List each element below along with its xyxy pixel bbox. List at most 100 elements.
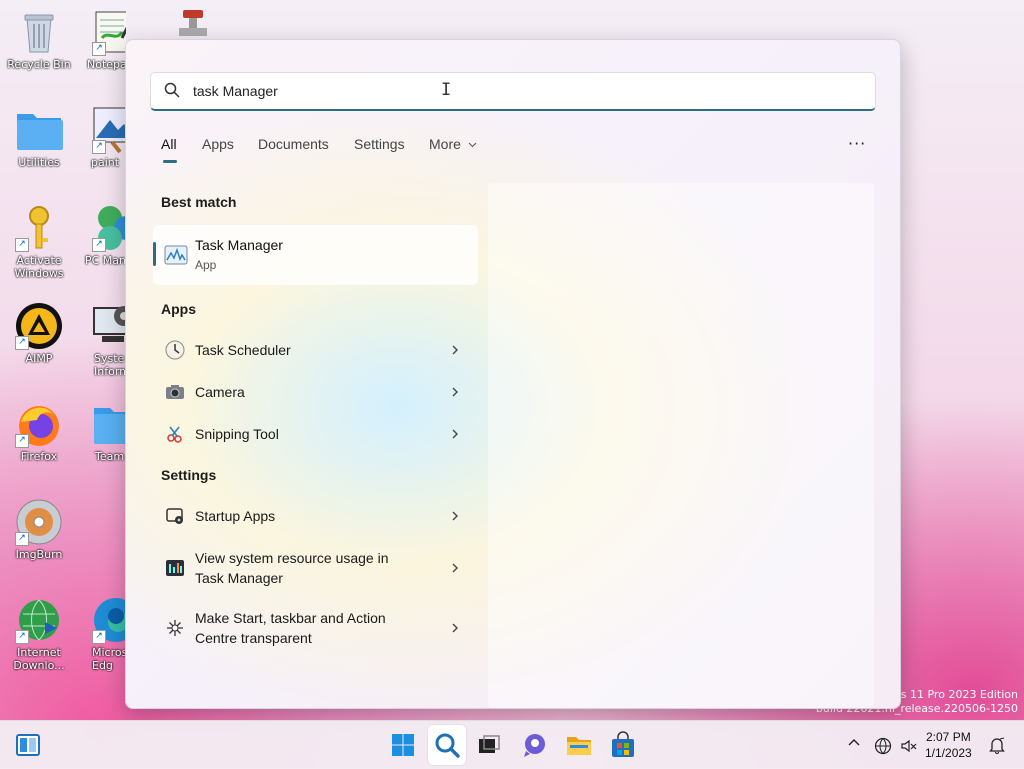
- list-item-view-resource-usage[interactable]: View system resource usage in Task Manag…: [153, 546, 478, 590]
- desktop-icon-label: Recycle Bin: [7, 58, 71, 71]
- best-match-name: Task Manager: [195, 237, 283, 253]
- section-heading-settings: Settings: [161, 467, 217, 483]
- task-manager-icon: [164, 245, 188, 265]
- shortcut-arrow-icon: ↗: [15, 532, 29, 546]
- desktop-icon-label: ImgBurn: [15, 548, 63, 561]
- pc-manager-icon: ↗: [92, 204, 126, 252]
- desktop-icon-team[interactable]: Team: [80, 400, 126, 463]
- desktop-icon-activate-windows[interactable]: ↗ Activate Windows: [2, 204, 76, 280]
- microsoft-store-icon[interactable]: [609, 731, 637, 759]
- shortcut-arrow-icon: ↗: [15, 630, 29, 644]
- desktop-icon-label: Micros Edg: [92, 646, 126, 672]
- valve-icon: [169, 8, 217, 36]
- list-item-startup-apps[interactable]: Startup Apps: [153, 502, 478, 530]
- desktop-icon-notepad[interactable]: ↗ Notepad: [80, 8, 126, 71]
- desktop-icon-pc-manager[interactable]: ↗ PC Man: [80, 204, 126, 267]
- section-heading-best-match: Best match: [161, 194, 237, 210]
- list-item-label: Startup Apps: [195, 508, 276, 524]
- tab-apps[interactable]: Apps: [202, 136, 234, 152]
- desktop-icon-label: paint: [91, 156, 120, 169]
- desktop-icon-app[interactable]: [158, 8, 228, 38]
- chat-icon[interactable]: [520, 731, 548, 759]
- shortcut-arrow-icon: ↗: [92, 140, 106, 154]
- resource-monitor-icon: [165, 558, 185, 578]
- snipping-tool-icon: [165, 424, 185, 444]
- camera-icon: [165, 382, 185, 402]
- recycle-bin-icon: [15, 8, 63, 56]
- chevron-right-icon: [452, 345, 458, 355]
- desktop-icon-label: Internet Downlo...: [13, 646, 65, 672]
- desktop-icon-firefox[interactable]: ↗ Firefox: [2, 400, 76, 463]
- desktop-icon-aimp[interactable]: ↗ AIMP: [2, 302, 76, 365]
- chevron-right-icon: [452, 511, 458, 521]
- desktop-icon-paint[interactable]: ↗ paint: [80, 106, 126, 169]
- chevron-right-icon: [452, 563, 458, 573]
- more-options-icon[interactable]: ···: [848, 134, 866, 153]
- desktop-icon-label: AIMP: [25, 352, 53, 365]
- list-item-label-line: Task Manager: [195, 570, 283, 586]
- tab-all[interactable]: All: [161, 136, 177, 152]
- task-view-icon[interactable]: [475, 731, 503, 759]
- list-item-label-line: Centre transparent: [195, 630, 312, 646]
- notepad-icon: ↗: [92, 8, 126, 56]
- desktop-icon-label: Syste Inform: [94, 352, 126, 378]
- notification-bell-icon[interactable]: [988, 736, 1006, 758]
- sparkle-icon: [165, 618, 185, 638]
- list-item-task-scheduler[interactable]: Task Scheduler: [153, 336, 478, 364]
- start-button-windows-icon[interactable]: [389, 731, 417, 759]
- shortcut-arrow-icon: ↗: [15, 434, 29, 448]
- startup-apps-icon: [165, 506, 185, 526]
- folder-icon: [92, 400, 126, 448]
- taskbar-search-icon[interactable]: [433, 731, 461, 759]
- globe-network-icon[interactable]: [874, 737, 892, 759]
- shortcut-arrow-icon: ↗: [15, 336, 29, 350]
- tab-more[interactable]: More: [429, 136, 477, 152]
- chevron-down-icon: [468, 142, 477, 148]
- list-item-make-start-transparent[interactable]: Make Start, taskbar and Action Centre tr…: [153, 606, 478, 650]
- shortcut-arrow-icon: ↗: [92, 630, 106, 644]
- shortcut-arrow-icon: ↗: [92, 42, 106, 56]
- tab-documents[interactable]: Documents: [258, 136, 329, 152]
- shortcut-arrow-icon: ↗: [92, 238, 106, 252]
- search-icon: [164, 82, 180, 98]
- list-item-label: Snipping Tool: [195, 426, 279, 442]
- desktop-icon-utilities[interactable]: Utilities: [2, 106, 76, 169]
- desktop-icon-imgburn[interactable]: ↗ ImgBurn: [2, 498, 76, 561]
- desktop-icon-system-information[interactable]: Syste Inform: [80, 302, 126, 378]
- chevron-right-icon: [452, 387, 458, 397]
- taskbar: 2:07 PM 1/1/2023: [0, 720, 1024, 769]
- list-item-label-line: View system resource usage in: [195, 550, 389, 566]
- search-box[interactable]: I: [150, 72, 876, 111]
- file-explorer-icon[interactable]: [565, 731, 593, 759]
- clock-time: 2:07 PM: [926, 730, 971, 744]
- tab-settings[interactable]: Settings: [354, 136, 405, 152]
- volume-muted-icon[interactable]: [900, 737, 918, 759]
- clock-date: 1/1/2023: [925, 746, 972, 760]
- system-information-icon: [92, 302, 126, 350]
- show-hidden-icons-chevron-up-icon[interactable]: [848, 737, 860, 753]
- list-item-label: View system resource usage in Task Manag…: [195, 548, 389, 588]
- search-panel: I All Apps Documents Settings More ··· B…: [125, 39, 901, 709]
- globe-download-icon: ↗: [15, 596, 63, 644]
- list-item-label-line: Make Start, taskbar and Action: [195, 610, 386, 626]
- desktop-icon-microsoft-edge[interactable]: ↗ Micros Edg: [80, 596, 126, 672]
- active-tab-indicator: [163, 160, 177, 163]
- shortcut-arrow-icon: ↗: [15, 238, 29, 252]
- desktop-icon-internet-download-manager[interactable]: ↗ Internet Downlo...: [2, 596, 76, 672]
- selection-indicator: [153, 242, 156, 266]
- result-preview-pane: [488, 183, 874, 708]
- desktop-icon-label: Firefox: [20, 450, 58, 463]
- list-item-snipping-tool[interactable]: Snipping Tool: [153, 420, 478, 448]
- key-icon: ↗: [15, 204, 63, 252]
- desktop-icon-label: Team: [95, 450, 125, 463]
- taskbar-clock[interactable]: 2:07 PM 1/1/2023: [925, 729, 972, 761]
- section-heading-apps: Apps: [161, 301, 196, 317]
- search-input[interactable]: [191, 78, 835, 104]
- list-item-camera[interactable]: Camera: [153, 378, 478, 406]
- widgets-icon[interactable]: [14, 731, 42, 759]
- desktop-icon-recycle-bin[interactable]: Recycle Bin: [2, 8, 76, 71]
- desktop-icon-label: Notepad: [87, 58, 126, 71]
- best-match-result[interactable]: Task Manager App: [153, 225, 478, 285]
- paint-icon: ↗: [92, 106, 126, 154]
- list-item-label: Task Scheduler: [195, 342, 291, 358]
